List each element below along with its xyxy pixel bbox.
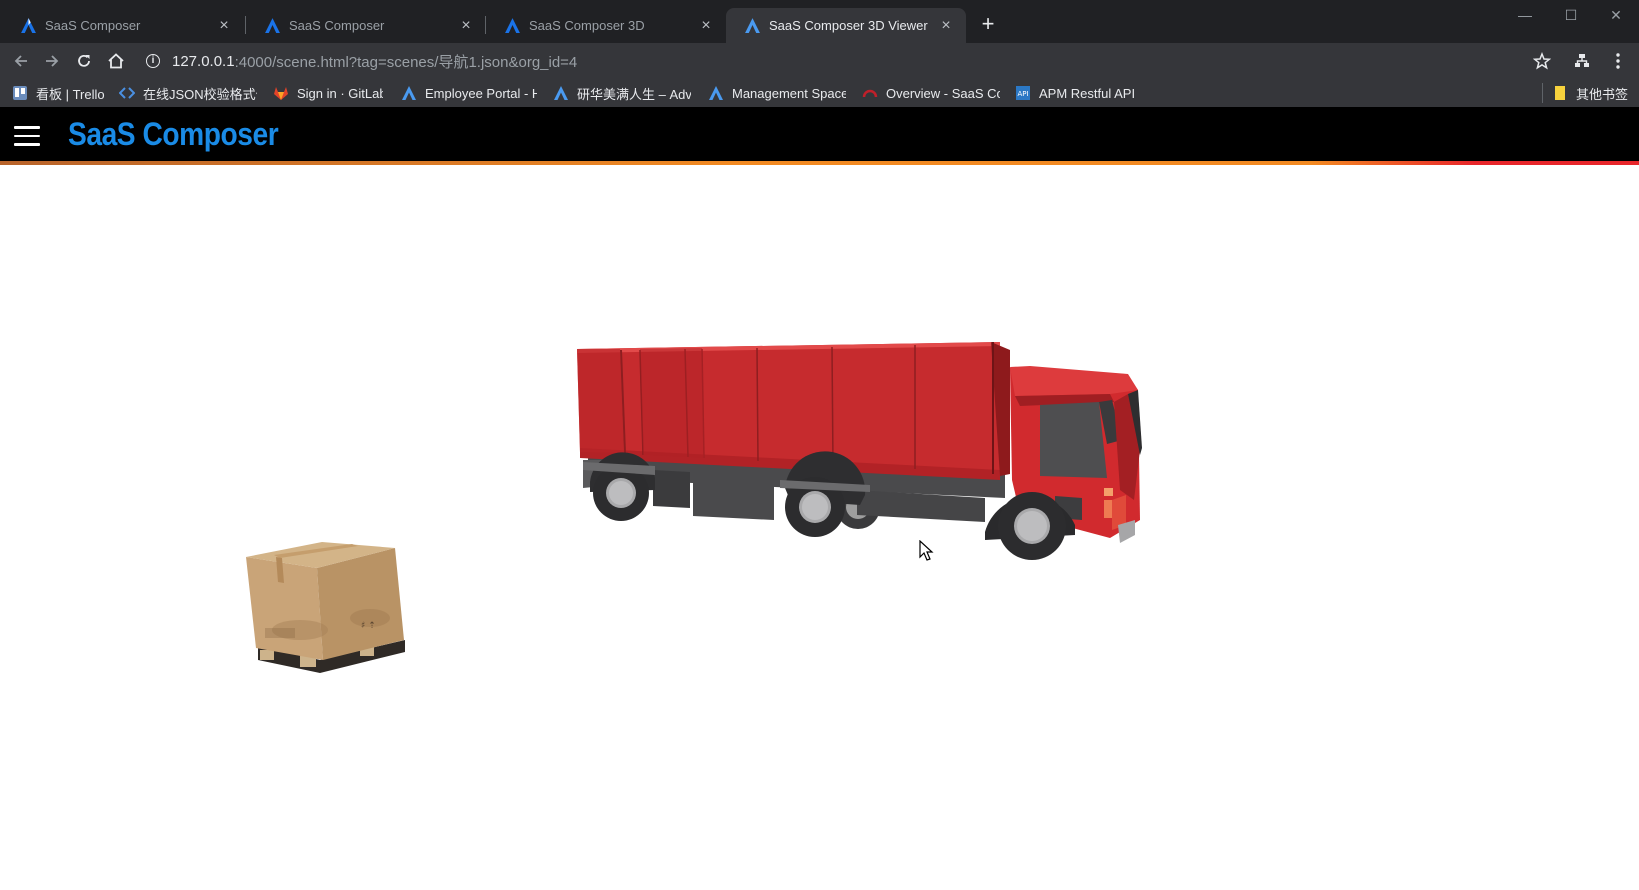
mouse-cursor-icon <box>919 540 934 561</box>
bookmark-star-button[interactable] <box>1528 47 1556 75</box>
site-info-icon[interactable]: i <box>146 54 160 68</box>
app-header: SaaS Composer <box>0 107 1639 163</box>
browser-tab[interactable]: SaaS Composer × <box>246 8 486 43</box>
brand-logo: SaaS Composer <box>68 116 279 152</box>
back-button[interactable] <box>7 47 35 75</box>
extension-button[interactable] <box>1568 47 1596 75</box>
bookmark-label: 在线JSON校验格式化 <box>143 86 257 102</box>
bookmark-item[interactable]: 研华美满人生 – Adva <box>553 83 691 103</box>
gitlab-icon <box>274 87 288 100</box>
advantech-logo-icon <box>402 86 416 100</box>
arrow-left-icon <box>14 55 27 67</box>
forward-button[interactable] <box>38 47 66 75</box>
bookmark-item[interactable]: 看板 | Trello <box>12 83 107 103</box>
browser-toolbar: i 127.0.0.1:4000/scene.html?tag=scenes/导… <box>0 43 1639 79</box>
browser-tab-active[interactable]: SaaS Composer 3D Viewer × <box>726 8 966 43</box>
bookmarks-bar: 看板 | Trello 在线JSON校验格式化 Sign in · GitLab… <box>0 79 1639 107</box>
tab-close-icon[interactable]: × <box>458 17 474 35</box>
bookmark-label: 研华美满人生 – Adva <box>577 86 691 102</box>
bookmark-item[interactable]: 在线JSON校验格式化 <box>119 83 257 103</box>
home-icon <box>108 53 124 69</box>
advantech-logo-icon <box>745 18 760 33</box>
api-icon: API <box>1016 86 1030 100</box>
browser-tab[interactable]: SaaS Composer 3D × <box>486 8 726 43</box>
svg-text:♯ ⇡: ♯ ⇡ <box>361 621 376 631</box>
advantech-logo-icon <box>554 86 568 100</box>
overview-icon <box>862 89 878 98</box>
tab-title: SaaS Composer <box>45 18 141 33</box>
tab-title: SaaS Composer <box>289 18 385 33</box>
cardboard-box-model[interactable]: ♯ ⇡ <box>246 542 405 673</box>
url-path: :4000/scene.html?tag=scenes/导航1.json&org… <box>234 53 578 71</box>
bookmark-label: Management Space <box>732 85 846 101</box>
network-icon <box>1575 54 1589 67</box>
browser-tab-strip: SaaS Composer × SaaS Composer × SaaS Com… <box>0 0 1639 43</box>
bookmark-item[interactable]: Sign in · GitLab <box>273 83 383 103</box>
hamburger-menu-icon[interactable] <box>14 126 40 146</box>
code-icon <box>119 87 135 99</box>
bookmark-divider <box>1542 83 1543 103</box>
kebab-menu-icon <box>1616 53 1620 69</box>
bookmark-label: APM Restful API <box>1039 85 1136 101</box>
bookmark-item[interactable]: API APM Restful API <box>1015 83 1150 103</box>
bookmark-label: Sign in · GitLab <box>297 85 383 101</box>
dump-truck-model[interactable] <box>577 342 1142 560</box>
bookmark-label: Employee Portal - H <box>425 85 537 101</box>
bookmark-item[interactable]: Overview - SaaS Co <box>862 83 1000 103</box>
home-button[interactable] <box>102 47 130 75</box>
maximize-button[interactable]: ☐ <box>1548 0 1594 32</box>
scene-render: ♯ ⇡ <box>246 342 1142 673</box>
tab-close-icon[interactable]: × <box>938 17 954 35</box>
bookmark-label: 看板 | Trello <box>36 86 105 102</box>
address-bar[interactable]: i 127.0.0.1:4000/scene.html?tag=scenes/导… <box>146 49 577 73</box>
advantech-logo-icon <box>265 18 280 33</box>
svg-text:API: API <box>1017 90 1028 98</box>
bookmark-label: Overview - SaaS Co <box>886 85 1000 101</box>
advantech-logo-icon <box>505 18 520 33</box>
advantech-logo-icon <box>21 18 36 33</box>
trello-icon <box>13 86 27 100</box>
url-host: 127.0.0.1 <box>172 52 235 70</box>
bookmark-label: 其他书签 <box>1576 86 1629 102</box>
tab-title: SaaS Composer 3D Viewer <box>769 18 928 33</box>
tab-title: SaaS Composer 3D <box>529 18 645 33</box>
advantech-logo-icon <box>709 86 723 100</box>
tab-close-icon[interactable]: × <box>698 17 714 35</box>
reload-icon <box>78 54 90 67</box>
menu-button[interactable] <box>1604 47 1632 75</box>
folder-icon <box>1555 86 1565 100</box>
tab-close-icon[interactable]: × <box>216 17 232 35</box>
reload-button[interactable] <box>70 47 98 75</box>
browser-tab[interactable]: SaaS Composer × <box>2 8 244 43</box>
minimize-button[interactable]: — <box>1502 0 1548 32</box>
3d-scene-canvas[interactable]: ♯ ⇡ <box>0 165 1639 885</box>
arrow-right-icon <box>46 55 59 67</box>
close-window-button[interactable]: ✕ <box>1593 0 1639 32</box>
new-tab-button[interactable]: + <box>975 12 1001 38</box>
star-icon <box>1532 51 1552 70</box>
bookmark-item[interactable]: Employee Portal - H <box>401 83 537 103</box>
bookmark-item[interactable]: Management Space <box>708 83 846 103</box>
other-bookmarks-folder[interactable]: 其他书签 <box>1552 83 1637 103</box>
